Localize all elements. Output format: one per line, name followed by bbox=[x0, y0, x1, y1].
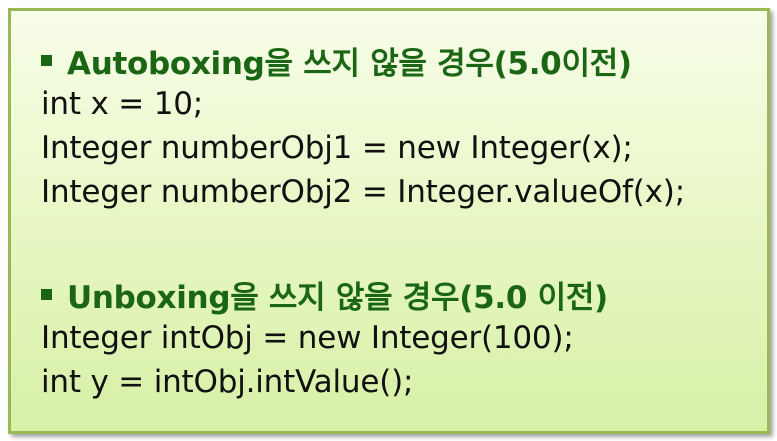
autoboxing-section: Autoboxing을 쓰지 않을 경우(5.0이전) int x = 10; … bbox=[11, 38, 685, 214]
code-line: Integer intObj = new Integer(100); bbox=[41, 320, 574, 356]
section-heading-text: Autoboxing을 쓰지 않을 경우(5.0이전) bbox=[67, 45, 632, 82]
unboxing-section: Unboxing을 쓰지 않을 경우(5.0 이전) Integer intOb… bbox=[11, 272, 608, 404]
square-bullet-icon bbox=[41, 288, 52, 300]
section-heading: Unboxing을 쓰지 않을 경우(5.0 이전) bbox=[41, 272, 608, 316]
code-line: int y = intObj.intValue(); bbox=[41, 364, 414, 400]
code-line: Integer numberObj2 = Integer.valueOf(x); bbox=[41, 174, 685, 210]
slide-content-box: Autoboxing을 쓰지 않을 경우(5.0이전) int x = 10; … bbox=[8, 8, 770, 434]
square-bullet-icon bbox=[41, 54, 52, 66]
section-heading: Autoboxing을 쓰지 않을 경우(5.0이전) bbox=[41, 38, 685, 82]
code-line: int x = 10; bbox=[41, 86, 203, 122]
section-heading-text: Unboxing을 쓰지 않을 경우(5.0 이전) bbox=[67, 279, 608, 316]
code-line: Integer numberObj1 = new Integer(x); bbox=[41, 130, 633, 166]
